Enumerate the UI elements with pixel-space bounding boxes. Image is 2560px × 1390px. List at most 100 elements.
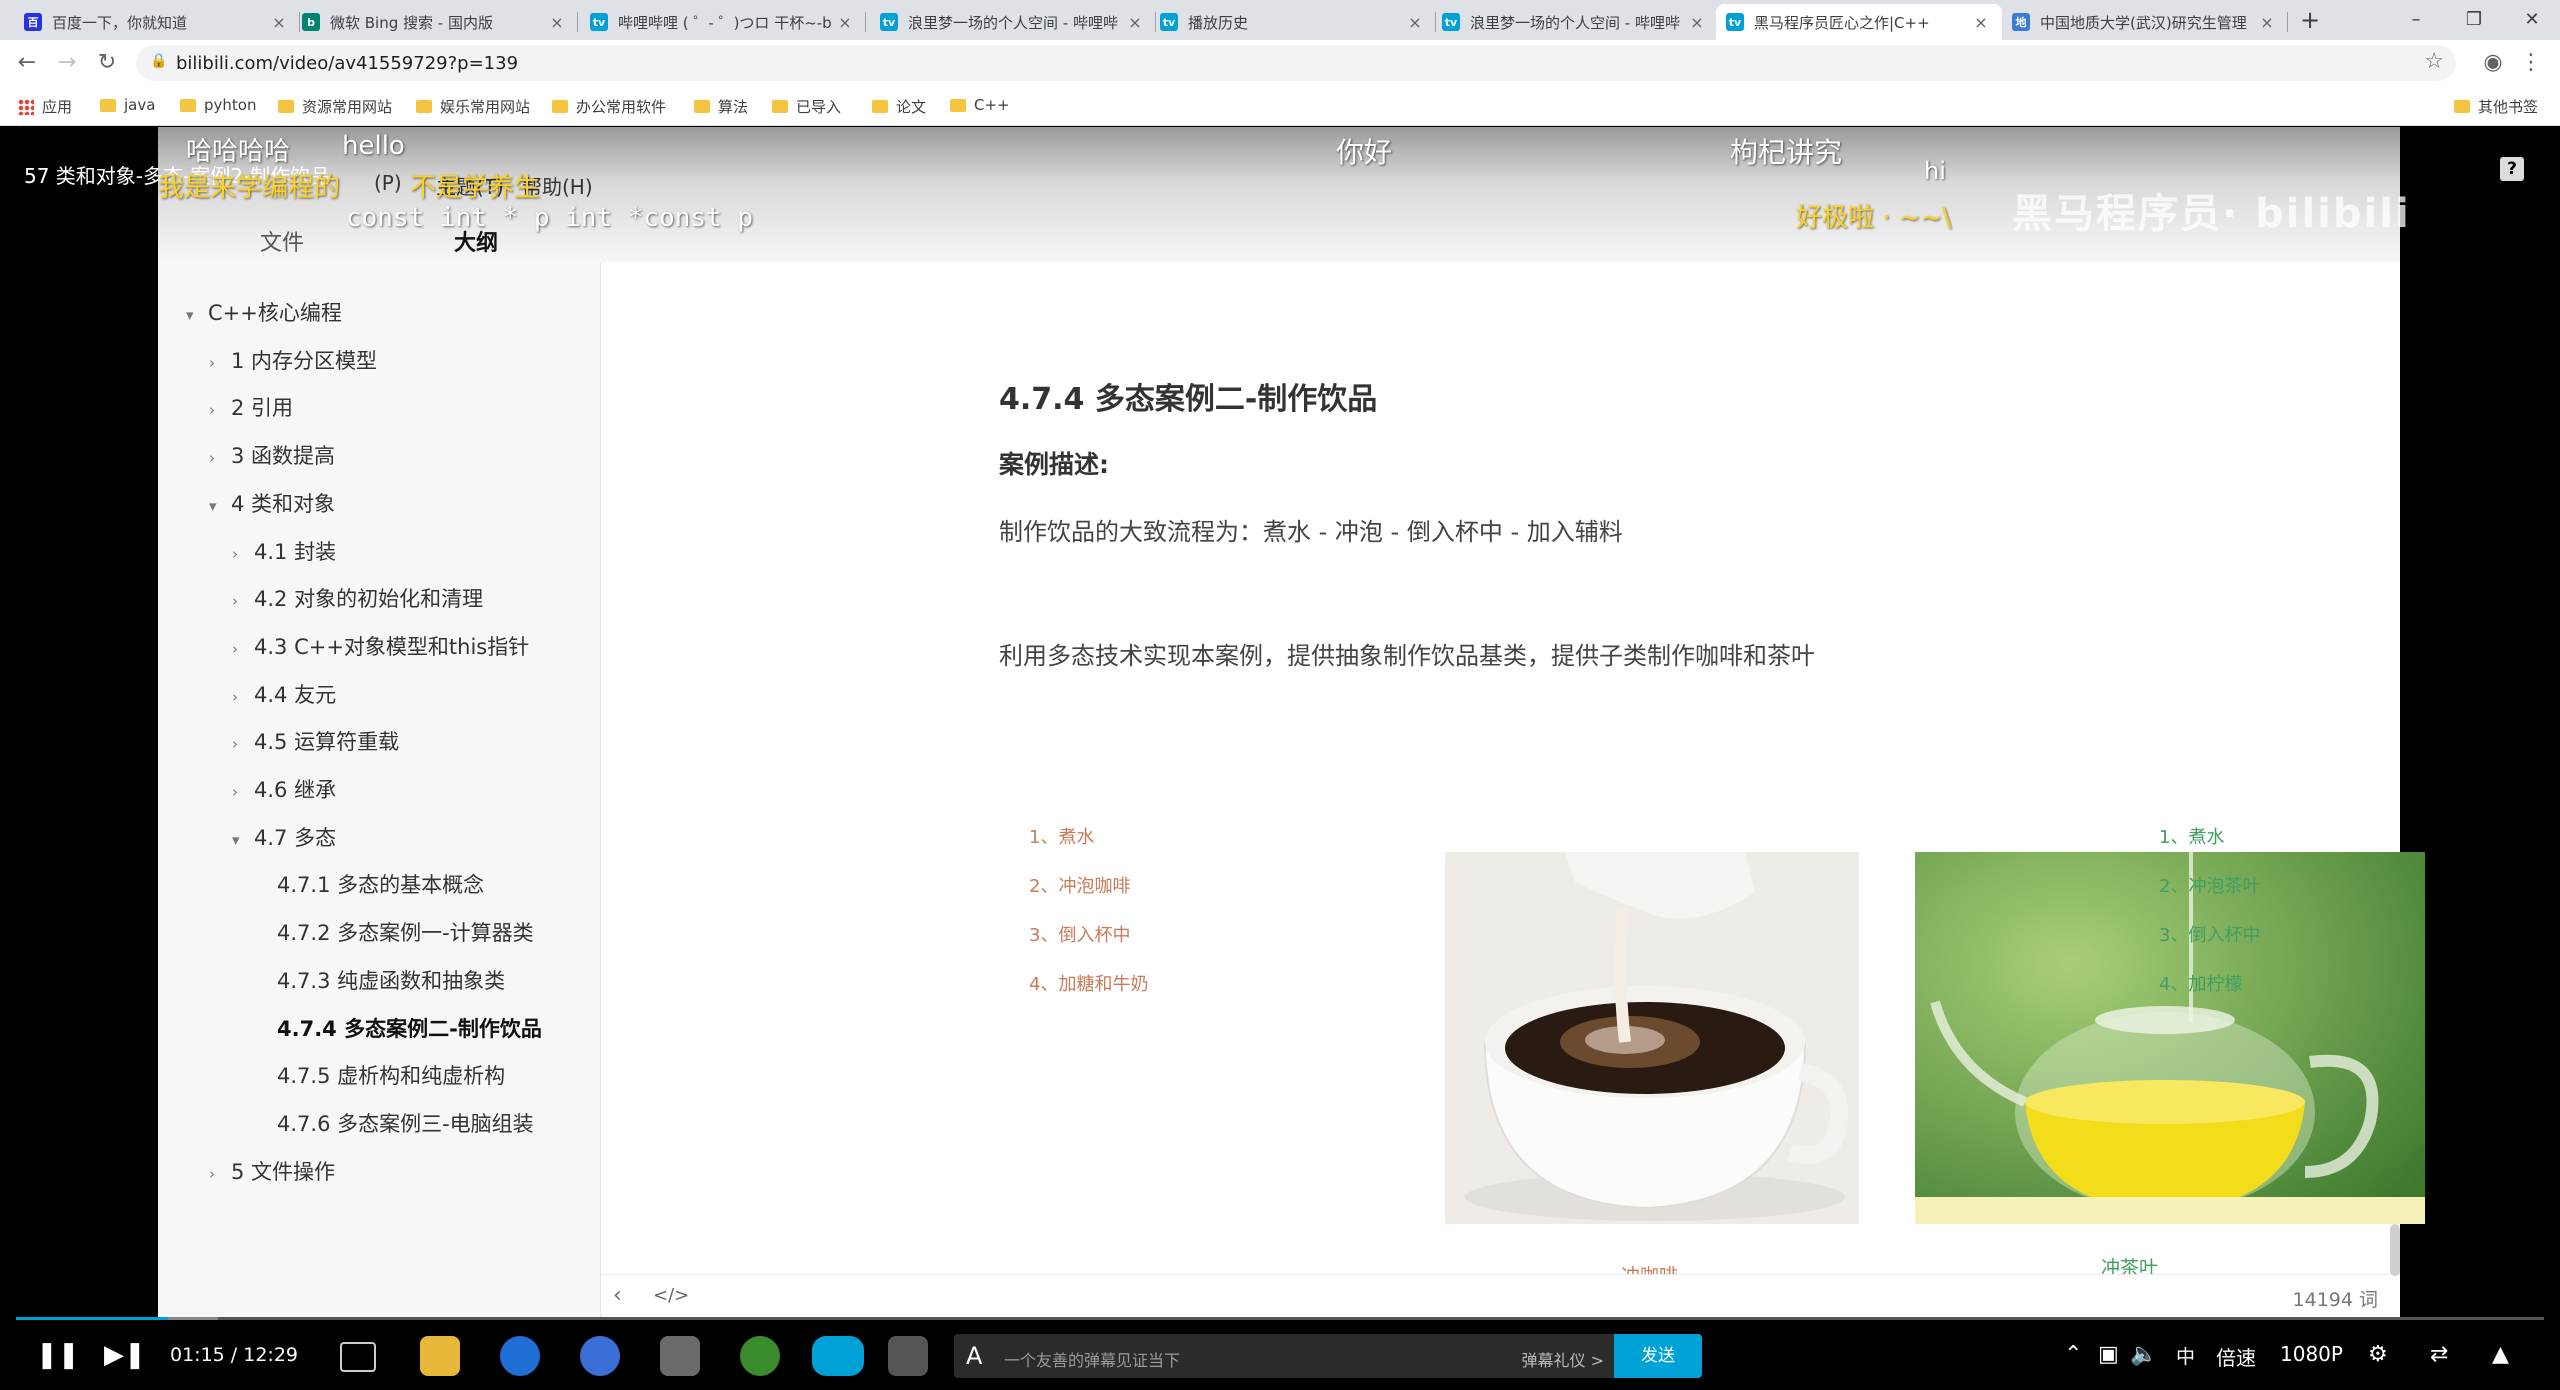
outline-item[interactable]: › 4.5 运算符重载 [232, 726, 399, 756]
address-bar[interactable]: 🔒 bilibili.com/video/av41559729?p=139 ☆ [136, 45, 2456, 81]
bookmark-item[interactable]: 已导入 [772, 96, 841, 117]
bookmark-item[interactable]: 资源常用网站 [278, 96, 392, 117]
send-danmaku-button[interactable]: 发送 [1614, 1334, 1702, 1378]
outline-item[interactable]: 4.7.5 虚析构和纯虚析构 [255, 1060, 505, 1090]
outline-item[interactable]: › 1 内存分区模型 [209, 345, 377, 375]
quality-button[interactable]: 1080P [2280, 1342, 2343, 1366]
outline-item[interactable]: 4.7.2 多态案例一-计算器类 [255, 917, 534, 947]
volume-icon[interactable]: 🔈 [2130, 1342, 2157, 1367]
outline-item[interactable]: › 2 引用 [209, 392, 293, 422]
tab-close-icon[interactable]: × [1404, 13, 1426, 32]
danmaku-comment: hi [1924, 157, 1946, 185]
caret-icon[interactable]: ▾ [232, 831, 254, 849]
outline-item[interactable]: › 4.3 C++对象模型和this指针 [232, 631, 529, 661]
new-tab-button[interactable]: + [2296, 6, 2324, 34]
caret-icon[interactable]: › [232, 783, 254, 801]
tab-close-icon[interactable]: × [546, 13, 568, 32]
forward-icon[interactable]: → [52, 48, 82, 78]
browser-menu-icon[interactable]: ⋮ [2516, 48, 2546, 78]
reload-icon[interactable]: ↻ [92, 48, 122, 78]
browser-tab[interactable]: tv 哔哩哔哩 ( ゜- ゜)つロ 干杯~-b × [580, 4, 866, 40]
caret-icon[interactable]: › [209, 449, 231, 467]
bookmark-item[interactable]: pyhton [180, 96, 256, 114]
caret-icon[interactable]: › [232, 688, 254, 706]
tab-close-icon[interactable]: × [2256, 13, 2278, 32]
next-icon[interactable]: ▶❚ [104, 1340, 146, 1370]
caret-icon[interactable]: › [209, 1165, 231, 1183]
danmaku-settings-icon[interactable] [888, 1336, 928, 1376]
bookmark-item[interactable]: 娱乐常用网站 [416, 96, 530, 117]
bookmark-item[interactable]: 论文 [872, 96, 926, 117]
bookmark-star-icon[interactable]: ☆ [2424, 49, 2444, 74]
pause-icon[interactable]: ❚❚ [36, 1340, 80, 1370]
tab-close-icon[interactable]: × [268, 13, 290, 32]
text-style-icon[interactable]: A [966, 1342, 982, 1370]
danmaku-toggle-icon[interactable] [812, 1336, 864, 1376]
tab-close-icon[interactable]: × [1124, 13, 1146, 32]
settings-gear-icon[interactable]: ⚙ [2368, 1342, 2388, 1367]
other-bookmarks[interactable]: 其他书签 [2454, 96, 2538, 117]
profile-icon[interactable]: ◉ [2478, 48, 2508, 78]
help-icon[interactable]: ? [2500, 157, 2524, 181]
browser-tab[interactable]: 地中国地质大学(武汉)研究生管理 × [2002, 4, 2288, 40]
caret-icon[interactable]: ▾ [209, 497, 231, 515]
browser-tab[interactable]: tv 浪里梦一场的个人空间 - 哔哩哔 × [1432, 4, 1718, 40]
time-current: 01:15 [170, 1344, 225, 1366]
minimize-button[interactable]: – [2388, 0, 2444, 40]
outline-item[interactable]: ▾ 4.7 多态 [232, 822, 336, 852]
outline-item[interactable]: › 5 文件操作 [209, 1156, 335, 1186]
url-text[interactable]: bilibili.com/video/av41559729?p=139 [176, 53, 518, 74]
outline-item[interactable]: 4.7.6 多态案例三-电脑组装 [255, 1108, 534, 1138]
caret-icon[interactable]: › [232, 545, 254, 563]
danmaku-etiquette-link[interactable]: 弹幕礼仪 > [1522, 1347, 1605, 1371]
outline-item[interactable]: ▾ C++核心编程 [186, 297, 342, 327]
browser-tab[interactable]: tv 黑马程序员匠心之作|C++ × [1716, 4, 2002, 40]
back-icon[interactable]: ← [12, 48, 42, 78]
outline-item[interactable]: 4.7.3 纯虚函数和抽象类 [255, 965, 505, 995]
bookmark-item[interactable]: C++ [950, 96, 1010, 114]
caret-icon[interactable]: › [209, 354, 231, 372]
outline-item[interactable]: › 4.1 封装 [232, 536, 336, 566]
outline-item[interactable]: › 4.6 继承 [232, 774, 336, 804]
tab-close-icon[interactable]: × [1970, 13, 1992, 32]
video-player[interactable]: (P) 主题(T) 帮助(H) 文件 大纲 ▾ C++核心编程 › 1 内存分区模型 ›… [0, 127, 2560, 1390]
tab-close-icon[interactable]: × [834, 13, 856, 32]
close-window-button[interactable]: ✕ [2504, 0, 2560, 40]
folder-icon [2454, 100, 2470, 113]
progress-bar[interactable] [16, 1317, 2544, 1320]
outline-item[interactable]: ▾ 4 类和对象 [209, 488, 335, 518]
danmaku-input[interactable]: A 一个友善的弹幕见证当下 弹幕礼仪 > 发送 [954, 1334, 1702, 1378]
browser-tab[interactable]: tv 浪里梦一场的个人空间 - 哔哩哔 × [870, 4, 1156, 40]
caret-icon[interactable]: › [232, 592, 254, 610]
bookmark-label: java [124, 96, 156, 114]
outline-item[interactable]: › 4.2 对象的初始化和清理 [232, 583, 483, 613]
browser-tab[interactable]: 百百度一下，你就知道 × [14, 4, 300, 40]
bookmark-item[interactable]: 应用 [18, 96, 72, 117]
outline-item[interactable]: › 4.4 友元 [232, 679, 336, 709]
tab-label: 哔哩哔哩 ( ゜- ゜)つロ 干杯~-b [618, 13, 832, 32]
outline-item[interactable]: 4.7.1 多态的基本概念 [255, 869, 484, 899]
tab-files: 文件 [260, 231, 305, 256]
danmaku-comment: 枸杞讲究 [1730, 136, 1843, 169]
maximize-button[interactable]: ❐ [2446, 0, 2502, 40]
chevron-up-icon[interactable]: ⌃ [2064, 1342, 2082, 1367]
caret-icon[interactable]: › [209, 401, 231, 419]
caret-icon[interactable]: › [232, 735, 254, 753]
outline-item-label: 4.7.3 纯虚函数和抽象类 [277, 968, 506, 993]
bookmark-item[interactable]: 算法 [694, 96, 748, 117]
loop-icon[interactable]: ⇄ [2430, 1342, 2448, 1367]
coffee-cup-image [1445, 852, 1859, 1224]
outline-item[interactable]: 4.7.4 多态案例二-制作饮品 [255, 1013, 542, 1043]
tab-favicon-icon: tv [1160, 13, 1178, 31]
outline-item[interactable]: › 3 函数提高 [209, 440, 335, 470]
speed-button[interactable]: 倍速 [2216, 1342, 2256, 1371]
tab-close-icon[interactable]: × [1686, 13, 1708, 32]
caret-icon[interactable]: › [232, 640, 254, 658]
browser-tab[interactable]: b 微软 Bing 搜索 - 国内版 × [292, 4, 578, 40]
file-explorer-icon [420, 1336, 460, 1376]
caret-icon[interactable]: ▾ [186, 306, 208, 324]
fullscreen-icon[interactable]: ▲ [2492, 1342, 2509, 1367]
bookmark-item[interactable]: java [100, 96, 155, 114]
bookmark-item[interactable]: 办公常用软件 [552, 96, 666, 117]
browser-tab[interactable]: tv 播放历史 × [1150, 4, 1436, 40]
